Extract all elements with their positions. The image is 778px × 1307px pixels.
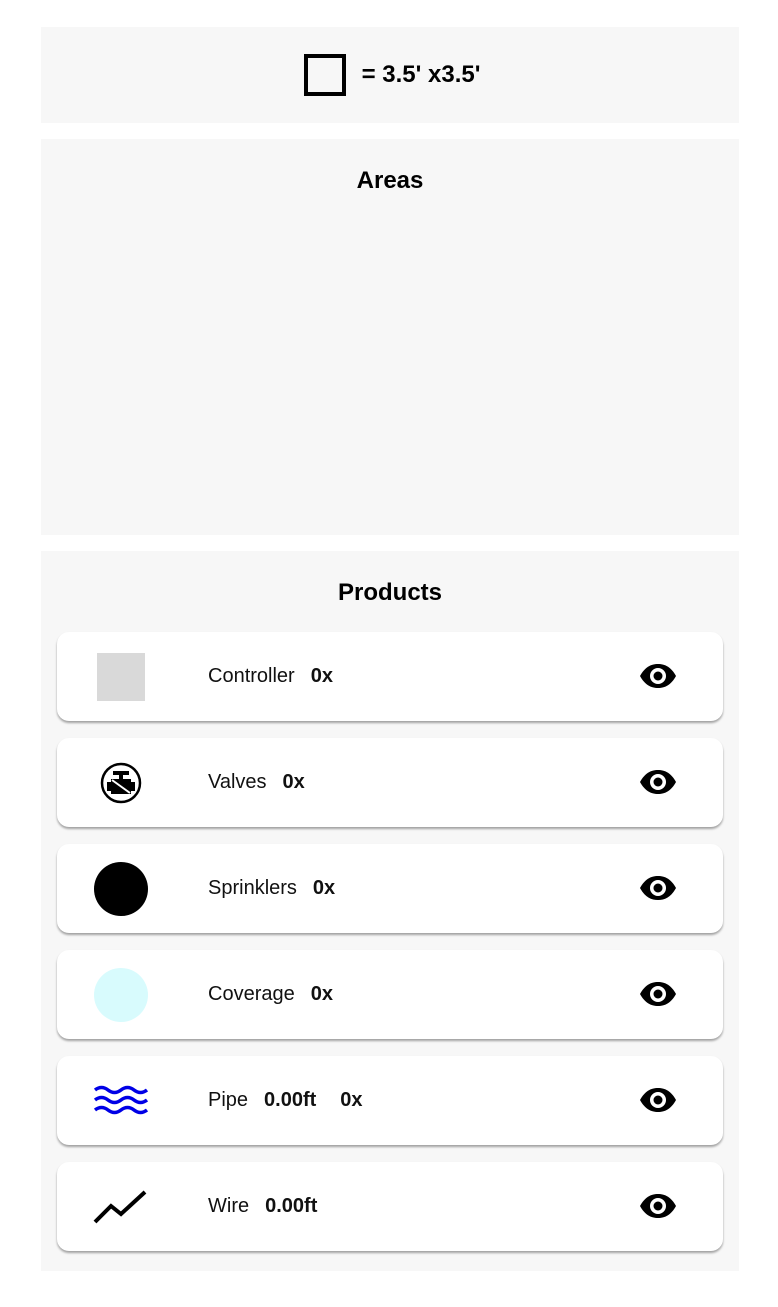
sprinkler-icon	[93, 861, 149, 917]
product-row-coverage: Coverage 0x	[57, 950, 723, 1039]
products-title: Products	[337, 579, 442, 606]
product-count: 0x	[312, 877, 336, 899]
eye-icon[interactable]	[639, 1084, 677, 1116]
eye-icon[interactable]	[639, 660, 677, 692]
eye-icon[interactable]	[639, 766, 677, 798]
product-row-pipe: Pipe 0.00ft 0x	[57, 1056, 723, 1145]
scale-label: = 3.5' x3.5'	[361, 61, 481, 88]
product-label: Coverage	[208, 983, 295, 1005]
pipe-icon	[93, 1073, 149, 1129]
product-label: Pipe	[208, 1089, 249, 1111]
eye-icon[interactable]	[639, 1190, 677, 1222]
scale-legend: = 3.5' x3.5'	[41, 27, 739, 123]
valve-icon	[93, 755, 149, 811]
product-row-wire: Wire 0.00ft	[57, 1162, 723, 1251]
product-length: 0.00ft	[265, 1195, 318, 1217]
controller-icon	[93, 649, 149, 705]
areas-panel: Areas	[41, 139, 739, 535]
product-row-valves: Valves 0x	[57, 738, 723, 827]
product-row-controller: Controller 0x	[57, 632, 723, 721]
product-count: 0x	[282, 771, 305, 793]
eye-icon[interactable]	[639, 978, 677, 1010]
product-count: 0x	[310, 665, 333, 687]
product-row-sprinklers: Sprinklers 0x	[57, 844, 723, 933]
product-count: 0x	[340, 1089, 363, 1111]
products-panel: Products Controller 0x Valves 0x Sprinkl…	[41, 551, 739, 1271]
areas-title: Areas	[356, 167, 424, 194]
product-label: Wire	[208, 1195, 250, 1217]
product-label: Controller	[208, 665, 295, 687]
product-length: 0.00ft	[264, 1089, 317, 1111]
eye-icon[interactable]	[639, 872, 677, 904]
coverage-icon	[93, 967, 149, 1023]
product-label: Sprinklers	[208, 877, 297, 899]
grid-square-icon	[303, 54, 346, 96]
product-label: Valves	[208, 771, 267, 793]
wire-icon	[93, 1179, 149, 1235]
product-count: 0x	[310, 983, 333, 1005]
